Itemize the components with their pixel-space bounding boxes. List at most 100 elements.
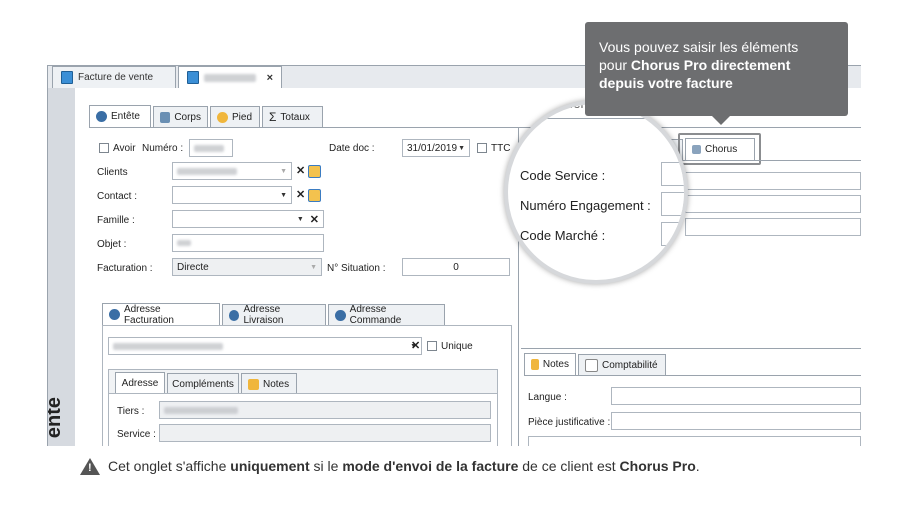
tab-notes[interactable]: Notes (524, 353, 576, 375)
tab-corps[interactable]: Corps (153, 106, 208, 127)
numero-engagement-field-bg[interactable] (685, 195, 861, 213)
sigma-icon: Σ (269, 110, 277, 124)
tooltip-line-1: Vous pouvez saisir les éléments (599, 39, 799, 55)
app-window: Facture de vente × ente Entête Corps Pie… (47, 65, 861, 446)
code-service-field[interactable] (661, 162, 684, 186)
globe-icon (96, 111, 107, 122)
tab-divider (89, 127, 861, 128)
numero-label: Numéro : (142, 143, 184, 154)
footer-text: Cet onglet s'affiche uniquement si le mo… (108, 458, 700, 474)
main-panel: Entête Corps Pied Σ Totaux Avoir Numéro … (75, 88, 861, 446)
facturation-label: Facturation : (97, 263, 153, 274)
tab-adresse-facturation[interactable]: Adresse Facturation (102, 303, 220, 326)
footer-part: si le (309, 458, 343, 474)
tooltip-text: pour (599, 57, 631, 73)
facturation-field[interactable]: Directe ▼ (172, 258, 322, 276)
dropdown-icon[interactable]: ▼ (280, 192, 287, 199)
doc-tab-facture-de-vente[interactable]: Facture de vente (52, 66, 176, 88)
globe-icon (109, 309, 120, 320)
tab-adresse-livraison[interactable]: Adresse Livraison (222, 304, 326, 326)
footer-bold: Chorus Pro (619, 458, 696, 474)
tab-label: Notes (542, 359, 569, 370)
contact-field[interactable]: ▼ (172, 186, 292, 204)
note-icon (248, 378, 259, 390)
situation-field[interactable]: 0 (402, 258, 510, 276)
ttc-checkbox[interactable] (477, 143, 487, 153)
tab-label: Notes (263, 378, 290, 390)
date-label: Date doc : (329, 143, 375, 154)
objet-label: Objet : (97, 239, 127, 250)
tab-label: Adresse Facturation (123, 303, 174, 326)
grid-icon (160, 111, 171, 123)
tab-adresse[interactable]: Adresse (115, 372, 165, 394)
magnifier-tab-divider (508, 118, 684, 119)
tab-label: Adresse Livraison (243, 304, 284, 326)
tab-complements[interactable]: Compléments (167, 373, 239, 394)
tooltip-line-2: pour Chorus Pro directement (599, 56, 834, 74)
notes-textarea[interactable] (528, 436, 861, 446)
code-marche-field[interactable] (661, 222, 684, 246)
dropdown-icon[interactable]: ▼ (297, 216, 304, 223)
piece-field[interactable] (611, 412, 861, 430)
footer-bold: mode d'envoi de la facture (342, 458, 519, 474)
tiers-label: Tiers : (117, 406, 145, 417)
clear-icon[interactable]: ✕ (310, 213, 319, 226)
code-marche-label: Code Marché : (520, 228, 606, 243)
footer-note: ! Cet onglet s'affiche uniquement si le … (80, 456, 880, 476)
avoir-checkbox[interactable] (99, 143, 109, 153)
date-field[interactable]: 31/01/2019 ▼ (402, 139, 470, 157)
code-service-field-bg[interactable] (685, 172, 861, 190)
clear-icon[interactable]: ✕ (411, 339, 420, 352)
clients-field[interactable]: ▼ (172, 162, 292, 180)
tiers-field[interactable] (159, 401, 491, 419)
tab-label: Comptabilité (602, 359, 658, 371)
contact-label: Contact : (97, 191, 138, 202)
dropdown-icon[interactable]: ▼ (310, 264, 317, 271)
tooltip-line-3: depuis votre facture (599, 74, 834, 92)
address-select[interactable]: ▼ (108, 337, 422, 355)
tab-notes-address[interactable]: Notes (241, 373, 297, 394)
edit-icon[interactable] (308, 189, 321, 202)
globe-icon (229, 309, 240, 321)
numero-engagement-field[interactable] (661, 192, 684, 216)
clients-label: Clients (97, 167, 128, 178)
langue-field[interactable] (611, 387, 861, 405)
ttc-label: TTC (491, 143, 511, 154)
avoir-label: Avoir (113, 143, 136, 154)
numero-field[interactable] (189, 139, 233, 157)
dropdown-icon[interactable]: ▼ (280, 168, 287, 175)
close-icon[interactable]: × (267, 72, 273, 84)
clear-icon[interactable]: ✕ (296, 188, 305, 201)
numero-engagement-label: Numéro Engagement : (520, 198, 651, 213)
blurred-title (203, 73, 256, 82)
tooltip-bold: Chorus Pro directement (630, 57, 791, 73)
tab-entete[interactable]: Entête (89, 105, 151, 127)
clear-icon[interactable]: ✕ (296, 164, 305, 177)
service-field[interactable] (159, 424, 491, 442)
unique-checkbox[interactable] (427, 341, 437, 351)
tab-pied[interactable]: Pied (210, 106, 260, 127)
edit-icon[interactable] (308, 165, 321, 178)
code-marche-field-bg[interactable] (685, 218, 861, 236)
footer-part: de ce client est (518, 458, 620, 474)
objet-field[interactable] (172, 234, 324, 252)
footer-bold: uniquement (230, 458, 310, 474)
dropdown-icon[interactable]: ▼ (458, 145, 465, 152)
tab-label: Entête (111, 111, 140, 122)
famille-field[interactable]: ▼ ✕ (172, 210, 324, 228)
tab-totaux[interactable]: Σ Totaux (262, 106, 323, 127)
doc-tab-label: Facture de vente (78, 72, 154, 83)
situation-value: 0 (453, 261, 459, 273)
code-service-label: Code Service : (520, 168, 606, 183)
tab-adresse-commande[interactable]: Adresse Commande (328, 304, 445, 326)
unique-label: Unique (441, 341, 473, 352)
book-icon (187, 71, 199, 84)
tab-label: Adresse Commande (349, 304, 402, 326)
tab-label: Totaux (280, 111, 310, 123)
footer-part: Cet onglet s'affiche (108, 458, 231, 474)
doc-tab-current[interactable]: × (178, 66, 282, 88)
tab-label: Corps (174, 111, 201, 123)
situation-label: N° Situation : (327, 263, 386, 274)
tab-comptabilite[interactable]: Comptabilité (578, 354, 666, 375)
service-label: Service : (117, 429, 156, 440)
